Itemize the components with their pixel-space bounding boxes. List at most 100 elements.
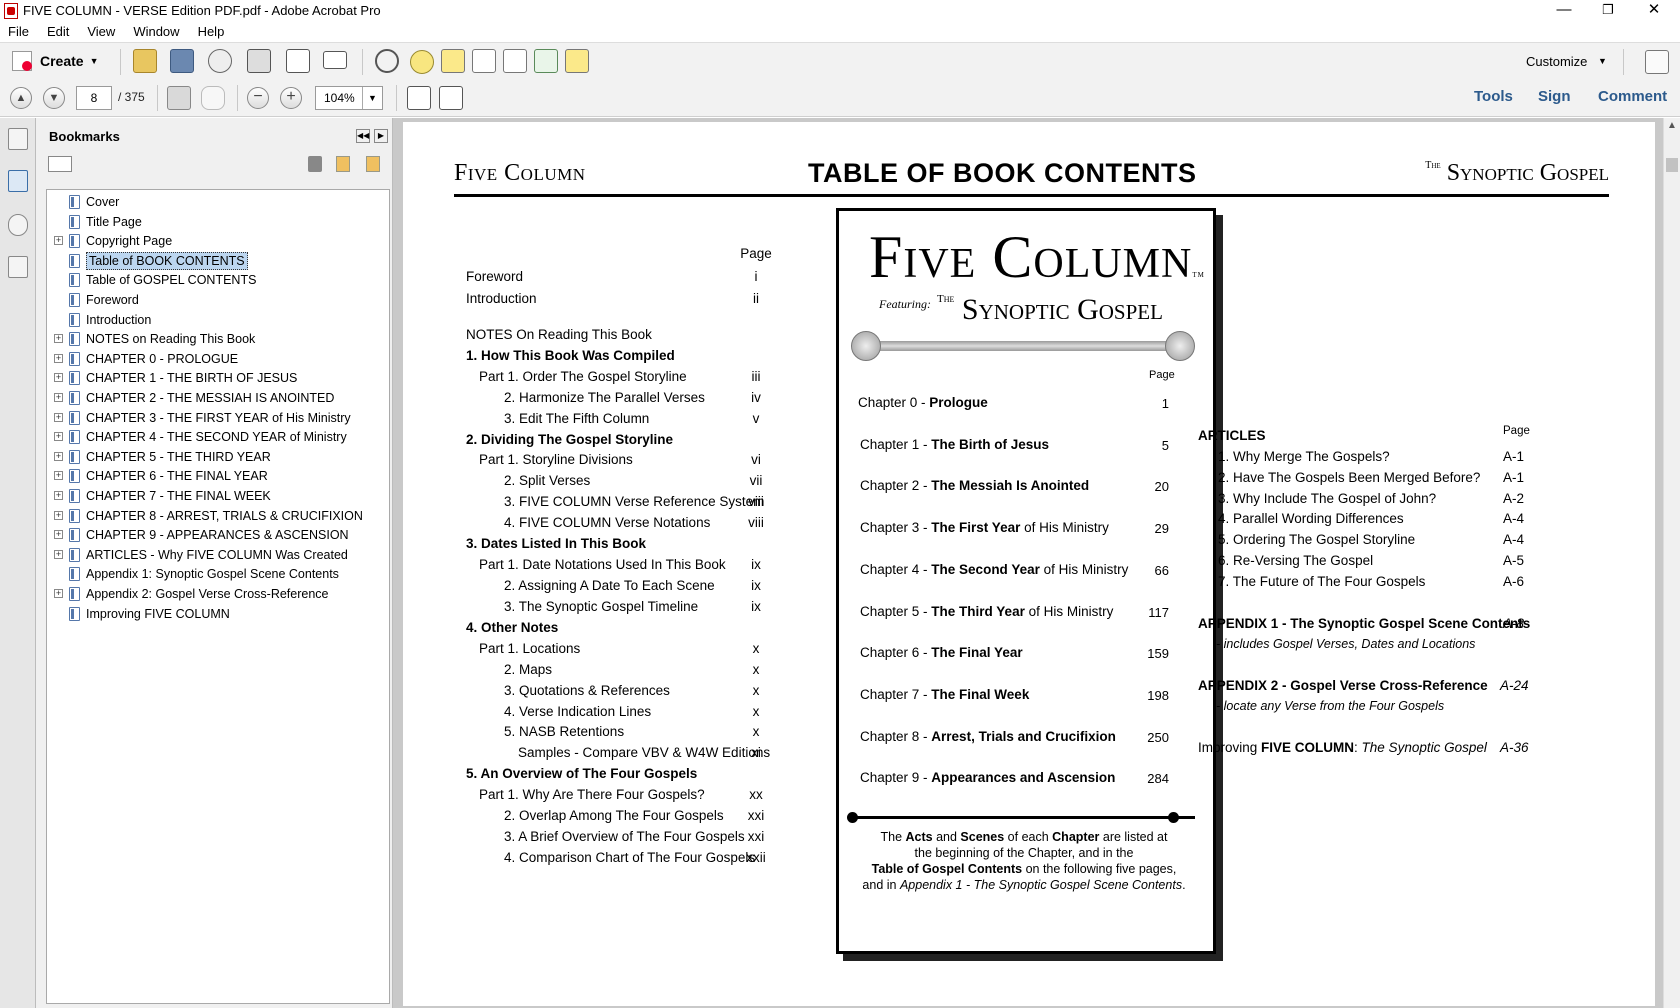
expand-plus-icon[interactable]: + bbox=[54, 432, 63, 442]
maximize-button[interactable]: ❐ bbox=[1588, 0, 1628, 20]
expand-plus-icon[interactable]: + bbox=[54, 412, 63, 422]
expand-plus-icon[interactable]: + bbox=[54, 530, 63, 540]
expand-plus-icon[interactable]: + bbox=[54, 373, 63, 383]
bookmark-item[interactable]: Table of BOOK CONTENTS bbox=[47, 251, 389, 271]
bookmark-item[interactable]: Foreword bbox=[47, 290, 389, 310]
save-icon[interactable] bbox=[170, 49, 194, 73]
menu-view[interactable]: View bbox=[87, 22, 115, 42]
bookmark-item[interactable]: Appendix 1: Synoptic Gospel Scene Conten… bbox=[47, 564, 389, 584]
search-document-icon[interactable] bbox=[503, 49, 527, 73]
fit-page-icon[interactable] bbox=[407, 86, 431, 110]
delete-bookmark-icon[interactable] bbox=[308, 156, 322, 172]
attachments-icon[interactable] bbox=[8, 214, 28, 236]
zoom-out-icon[interactable]: − bbox=[247, 87, 269, 109]
new-bookmark-icon[interactable] bbox=[336, 156, 350, 172]
expand-plus-icon[interactable]: + bbox=[54, 510, 63, 520]
customize-dropdown[interactable]: Customize bbox=[1526, 54, 1587, 69]
create-button[interactable]: Create ▼ bbox=[12, 51, 99, 71]
open-folder-icon[interactable] bbox=[133, 49, 157, 73]
page-thumbnails-icon[interactable] bbox=[8, 128, 28, 150]
email-icon[interactable] bbox=[323, 51, 347, 69]
new-bookmark-from-structure-icon[interactable] bbox=[366, 156, 380, 172]
bookmarks-panel-title: Bookmarks bbox=[49, 129, 120, 144]
bookmark-item[interactable]: + CHAPTER 5 - THE THIRD YEAR bbox=[47, 447, 389, 467]
tab-sign[interactable]: Sign bbox=[1538, 88, 1571, 105]
menu-window[interactable]: Window bbox=[133, 22, 179, 42]
expand-plus-icon[interactable]: + bbox=[54, 353, 63, 363]
bookmark-item[interactable]: + Appendix 2: Gospel Verse Cross-Referenc… bbox=[47, 584, 389, 604]
scrollbar-thumb[interactable] bbox=[1666, 158, 1678, 172]
bookmark-item[interactable]: Cover bbox=[47, 192, 389, 212]
note-text: and bbox=[932, 830, 961, 844]
bookmark-item[interactable]: + CHAPTER 0 - PROLOGUE bbox=[47, 349, 389, 369]
bookmark-item[interactable]: Improving FIVE COLUMN bbox=[47, 604, 389, 624]
select-cursor-icon[interactable] bbox=[167, 86, 191, 110]
vertical-scrollbar[interactable]: ▲ bbox=[1663, 118, 1680, 1008]
bookmark-item[interactable]: + CHAPTER 9 - APPEARANCES & ASCENSION bbox=[47, 525, 389, 545]
header-rule bbox=[454, 194, 1609, 197]
expand-panel-icon[interactable]: ▶ bbox=[374, 129, 388, 143]
bookmark-icon bbox=[69, 567, 80, 582]
bookmark-item[interactable]: + CHAPTER 6 - THE FINAL YEAR bbox=[47, 466, 389, 486]
minimize-button[interactable]: — bbox=[1544, 0, 1584, 20]
bookmark-options-icon[interactable] bbox=[48, 156, 72, 172]
chevron-down-icon[interactable]: ▼ bbox=[362, 87, 382, 109]
expand-plus-icon[interactable]: + bbox=[54, 491, 63, 500]
signatures-icon[interactable] bbox=[8, 256, 28, 278]
scroll-up-icon[interactable]: ▲ bbox=[1667, 120, 1677, 131]
bookmark-item[interactable]: + CHAPTER 3 - THE FIRST YEAR of His Minis… bbox=[47, 408, 389, 428]
hand-tool-icon[interactable] bbox=[201, 86, 225, 110]
bookmark-item[interactable]: + CHAPTER 1 - THE BIRTH OF JESUS bbox=[47, 368, 389, 388]
bookmark-label: Introduction bbox=[86, 312, 152, 327]
cloud-upload-icon[interactable] bbox=[208, 49, 232, 73]
expand-plus-icon[interactable]: + bbox=[54, 393, 63, 402]
fit-width-icon[interactable] bbox=[439, 86, 463, 110]
toc-entry: 3. Edit The Fifth Column bbox=[504, 411, 649, 426]
close-window-button[interactable]: ✕ bbox=[1634, 0, 1674, 20]
collapse-panel-icon[interactable]: ◀◀ bbox=[356, 129, 370, 143]
previous-page-icon[interactable]: ▲ bbox=[10, 87, 32, 109]
redact-icon[interactable] bbox=[472, 49, 496, 73]
bookmark-item[interactable]: + CHAPTER 4 - THE SECOND YEAR of Ministry bbox=[47, 427, 389, 447]
bookmark-item[interactable]: + NOTES on Reading This Book bbox=[47, 329, 389, 349]
comment-bubble-icon[interactable] bbox=[410, 50, 434, 74]
tab-tools[interactable]: Tools bbox=[1474, 88, 1513, 105]
expand-plus-icon[interactable]: + bbox=[54, 471, 63, 481]
bookmark-item[interactable]: Introduction bbox=[47, 310, 389, 330]
box-note: The Acts and Scenes of each Chapter are … bbox=[853, 829, 1195, 893]
bookmark-item[interactable]: + Copyright Page bbox=[47, 231, 389, 251]
bookmark-item[interactable]: + CHAPTER 2 - THE MESSIAH IS ANOINTED bbox=[47, 388, 389, 408]
expand-plus-icon[interactable]: + bbox=[54, 236, 63, 246]
next-page-icon[interactable]: ▼ bbox=[43, 87, 65, 109]
chapter-prefix: Chapter 6 - bbox=[860, 645, 932, 661]
menu-help[interactable]: Help bbox=[198, 22, 225, 42]
zoom-in-icon[interactable]: + bbox=[280, 87, 302, 109]
create-label: Create bbox=[40, 53, 84, 69]
sign-document-icon[interactable] bbox=[565, 49, 589, 73]
tab-comment[interactable]: Comment bbox=[1598, 88, 1667, 105]
edit-document-icon[interactable] bbox=[286, 49, 310, 73]
expand-plus-icon[interactable]: + bbox=[54, 549, 63, 559]
full-screen-icon[interactable] bbox=[1645, 50, 1669, 74]
note-text: The bbox=[880, 830, 906, 844]
expand-plus-icon[interactable]: + bbox=[54, 451, 63, 461]
bookmark-item[interactable]: + ARTICLES - Why FIVE COLUMN Was Created bbox=[47, 545, 389, 565]
bookmark-item[interactable]: + CHAPTER 7 - THE FINAL WEEK bbox=[47, 486, 389, 506]
expand-plus-icon[interactable]: + bbox=[54, 589, 63, 598]
expand-plus-icon[interactable]: + bbox=[54, 334, 63, 344]
export-icon[interactable] bbox=[534, 49, 558, 73]
chevron-down-icon[interactable]: ▼ bbox=[1598, 56, 1607, 66]
bookmark-item[interactable]: Table of GOSPEL CONTENTS bbox=[47, 270, 389, 290]
menu-edit[interactable]: Edit bbox=[47, 22, 69, 42]
gear-icon[interactable] bbox=[375, 49, 399, 73]
bookmark-item[interactable]: + CHAPTER 8 - ARREST, TRIALS & CRUCIFIXIO… bbox=[47, 506, 389, 526]
highlight-icon[interactable] bbox=[441, 49, 465, 73]
note-text: on the following five pages, bbox=[1022, 862, 1177, 876]
bookmarks-icon[interactable] bbox=[8, 170, 28, 192]
bookmark-item[interactable]: Title Page bbox=[47, 212, 389, 232]
bookmark-icon bbox=[69, 332, 80, 347]
print-icon[interactable] bbox=[247, 49, 271, 73]
menu-file[interactable]: File bbox=[8, 22, 29, 42]
zoom-select[interactable]: 104% ▼ bbox=[315, 86, 383, 110]
page-number-input[interactable]: 8 bbox=[76, 86, 112, 110]
